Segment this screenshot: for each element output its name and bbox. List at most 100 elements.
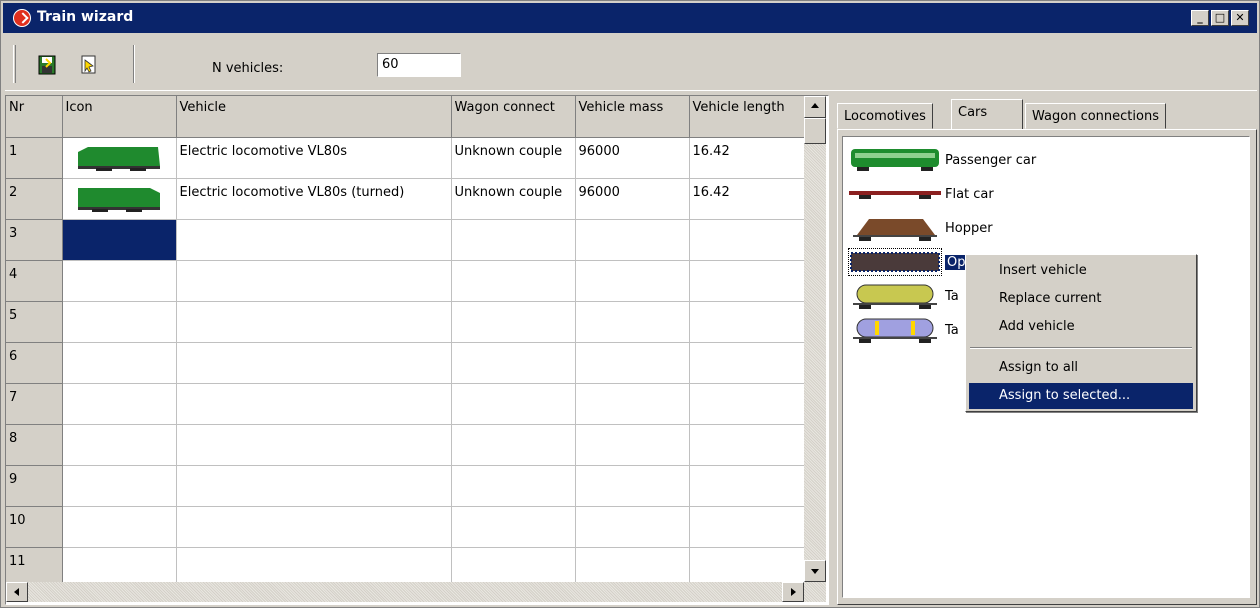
row-number[interactable]: 8 bbox=[6, 424, 63, 466]
scroll-down-button[interactable] bbox=[804, 560, 826, 582]
vehicle-mass[interactable] bbox=[575, 424, 690, 466]
table-row[interactable]: 10 bbox=[6, 506, 805, 548]
vehicle-length[interactable]: 16.42 bbox=[689, 137, 805, 179]
save-icon[interactable] bbox=[35, 53, 59, 77]
wagon-connection[interactable] bbox=[451, 465, 576, 507]
vehicle-mass[interactable] bbox=[575, 219, 690, 261]
toolbar-grip[interactable] bbox=[13, 45, 16, 83]
wagon-connection[interactable] bbox=[451, 424, 576, 466]
wagon-connection[interactable] bbox=[451, 301, 576, 343]
vehicle-mass[interactable] bbox=[575, 383, 690, 425]
vehicle-name[interactable] bbox=[176, 506, 452, 548]
row-number[interactable]: 4 bbox=[6, 260, 63, 302]
wagon-connection[interactable] bbox=[451, 383, 576, 425]
vehicle-name[interactable] bbox=[176, 383, 452, 425]
vehicle-icon-cell[interactable] bbox=[62, 178, 177, 220]
row-number[interactable]: 9 bbox=[6, 465, 63, 507]
vehicle-mass[interactable] bbox=[575, 260, 690, 302]
vehicle-icon-cell[interactable] bbox=[62, 137, 177, 179]
scroll-left-button[interactable] bbox=[6, 582, 28, 602]
row-number[interactable]: 3 bbox=[6, 219, 63, 261]
vehicle-grid[interactable]: Nr Icon Vehicle Wagon connect Vehicle ma… bbox=[5, 95, 829, 605]
horizontal-scrollbar[interactable] bbox=[6, 582, 826, 602]
menu-assign-to-selected[interactable]: Assign to selected... bbox=[969, 383, 1193, 409]
vehicle-icon-cell[interactable] bbox=[62, 383, 177, 425]
table-row[interactable]: 6 bbox=[6, 342, 805, 384]
menu-add-vehicle[interactable]: Add vehicle bbox=[969, 314, 1193, 340]
vehicle-name[interactable]: Electric locomotive VL80s bbox=[176, 137, 452, 179]
row-number[interactable]: 5 bbox=[6, 301, 63, 343]
title-bar[interactable]: Train wizard _ □ ✕ bbox=[3, 3, 1257, 33]
header-nr[interactable]: Nr bbox=[6, 96, 63, 138]
wagon-connection[interactable] bbox=[451, 219, 576, 261]
wagon-connection[interactable]: Unknown couple bbox=[451, 137, 576, 179]
vehicle-mass[interactable]: 96000 bbox=[575, 178, 690, 220]
row-number[interactable]: 2 bbox=[6, 178, 63, 220]
row-number[interactable]: 1 bbox=[6, 137, 63, 179]
vertical-scrollbar[interactable] bbox=[804, 96, 826, 582]
tab-wagon-connections[interactable]: Wagon connections bbox=[1025, 103, 1166, 129]
scroll-thumb[interactable] bbox=[804, 118, 826, 144]
table-row[interactable]: 7 bbox=[6, 383, 805, 425]
row-number[interactable]: 6 bbox=[6, 342, 63, 384]
vehicle-length[interactable]: 16.42 bbox=[689, 178, 805, 220]
maximize-button[interactable]: □ bbox=[1211, 10, 1229, 26]
vehicle-name[interactable] bbox=[176, 342, 452, 384]
header-vehicle-length[interactable]: Vehicle length bbox=[689, 96, 805, 138]
vehicle-icon-cell[interactable] bbox=[62, 260, 177, 302]
vehicle-name[interactable] bbox=[176, 424, 452, 466]
tab-locomotives[interactable]: Locomotives bbox=[837, 103, 933, 129]
vehicle-length[interactable] bbox=[689, 383, 805, 425]
table-row[interactable]: 1 Electric locomotive VL80s Unknown coup… bbox=[6, 137, 805, 179]
vehicle-icon-cell[interactable] bbox=[62, 465, 177, 507]
row-number[interactable]: 10 bbox=[6, 506, 63, 548]
wagon-connection[interactable] bbox=[451, 342, 576, 384]
vehicle-icon-cell[interactable] bbox=[62, 301, 177, 343]
vehicle-name[interactable] bbox=[176, 301, 452, 343]
vehicle-mass[interactable] bbox=[575, 301, 690, 343]
vehicle-mass[interactable] bbox=[575, 342, 690, 384]
table-row[interactable]: 5 bbox=[6, 301, 805, 343]
vehicle-length[interactable] bbox=[689, 465, 805, 507]
wagon-connection[interactable] bbox=[451, 506, 576, 548]
minimize-button[interactable]: _ bbox=[1191, 10, 1209, 26]
vehicle-icon-cell[interactable] bbox=[62, 506, 177, 548]
table-row[interactable]: 8 bbox=[6, 424, 805, 466]
vehicle-length[interactable] bbox=[689, 424, 805, 466]
menu-replace-current[interactable]: Replace current bbox=[969, 286, 1193, 312]
select-icon[interactable] bbox=[77, 53, 101, 77]
menu-assign-to-all[interactable]: Assign to all bbox=[969, 355, 1193, 381]
menu-insert-vehicle[interactable]: Insert vehicle bbox=[969, 258, 1193, 284]
vehicle-length[interactable] bbox=[689, 506, 805, 548]
header-vehicle-mass[interactable]: Vehicle mass bbox=[575, 96, 690, 138]
selected-icon-cell[interactable] bbox=[62, 219, 177, 261]
vehicle-name[interactable] bbox=[176, 465, 452, 507]
header-vehicle[interactable]: Vehicle bbox=[176, 96, 452, 138]
vehicle-length[interactable] bbox=[689, 301, 805, 343]
vehicle-name[interactable] bbox=[176, 219, 452, 261]
n-vehicles-input[interactable]: 60 bbox=[377, 53, 461, 77]
vehicle-icon-cell[interactable] bbox=[62, 424, 177, 466]
wagon-connection[interactable]: Unknown couple bbox=[451, 178, 576, 220]
table-row[interactable]: 3 bbox=[6, 219, 805, 261]
scroll-right-button[interactable] bbox=[782, 582, 804, 602]
table-row[interactable]: 2 Electric locomotive VL80s (turned) Unk… bbox=[6, 178, 805, 220]
scroll-up-button[interactable] bbox=[804, 96, 826, 118]
vehicle-mass[interactable] bbox=[575, 465, 690, 507]
close-button[interactable]: ✕ bbox=[1231, 10, 1249, 26]
vehicle-icon-cell[interactable] bbox=[62, 342, 177, 384]
vehicle-length[interactable] bbox=[689, 219, 805, 261]
vehicle-name[interactable] bbox=[176, 260, 452, 302]
header-wagon-connection[interactable]: Wagon connect bbox=[451, 96, 576, 138]
table-row[interactable]: 4 bbox=[6, 260, 805, 302]
vehicle-mass[interactable] bbox=[575, 506, 690, 548]
vehicle-length[interactable] bbox=[689, 260, 805, 302]
row-number[interactable]: 7 bbox=[6, 383, 63, 425]
tab-cars[interactable]: Cars bbox=[951, 99, 1023, 129]
vehicle-mass[interactable]: 96000 bbox=[575, 137, 690, 179]
wagon-connection[interactable] bbox=[451, 260, 576, 302]
vehicle-length[interactable] bbox=[689, 342, 805, 384]
vehicle-name[interactable]: Electric locomotive VL80s (turned) bbox=[176, 178, 452, 220]
header-icon[interactable]: Icon bbox=[62, 96, 177, 138]
table-row[interactable]: 9 bbox=[6, 465, 805, 507]
